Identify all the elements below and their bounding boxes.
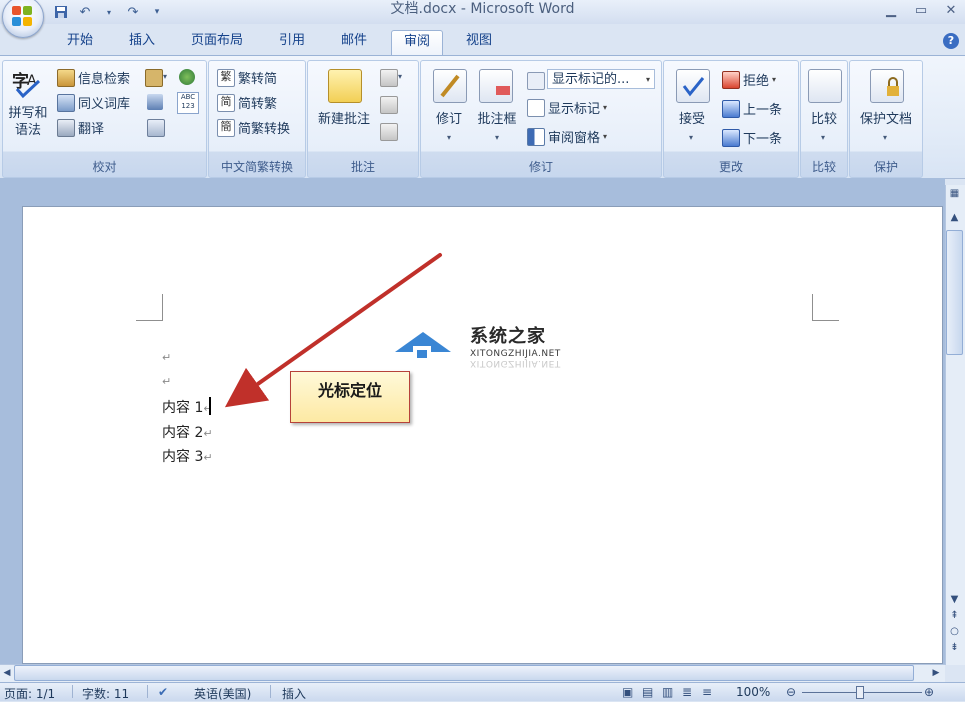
callout-box: 光标定位 bbox=[290, 371, 410, 423]
annotation-arrow bbox=[224, 253, 442, 408]
next-page-icon[interactable]: ⇟ bbox=[946, 640, 963, 656]
status-page[interactable]: 页面: 1/1 bbox=[4, 685, 55, 702]
view-full-screen-icon[interactable]: ▤ bbox=[642, 685, 653, 699]
status-word-count[interactable]: 字数: 11 bbox=[82, 685, 129, 702]
zoom-out-icon[interactable]: ⊖ bbox=[786, 685, 796, 699]
view-outline-icon[interactable]: ≣ bbox=[682, 685, 692, 699]
status-separator bbox=[270, 685, 271, 698]
proofing-status-icon[interactable]: ✔ bbox=[158, 685, 168, 699]
zoom-slider-thumb[interactable] bbox=[856, 686, 864, 699]
zoom-in-icon[interactable]: ⊕ bbox=[924, 685, 934, 699]
scroll-down-icon[interactable]: ▼ bbox=[946, 592, 963, 608]
view-draft-icon[interactable]: ≡ bbox=[702, 685, 712, 699]
status-insert-mode[interactable]: 插入 bbox=[282, 685, 306, 702]
status-bar: 页面: 1/1 字数: 11 ✔ 英语(美国) 插入 ▣ ▤ ▥ ≣ ≡ 100… bbox=[0, 682, 965, 701]
zoom-level[interactable]: 100% bbox=[736, 685, 770, 699]
view-web-layout-icon[interactable]: ▥ bbox=[662, 685, 673, 699]
view-print-layout-icon[interactable]: ▣ bbox=[622, 685, 633, 699]
status-separator bbox=[72, 685, 73, 698]
status-separator bbox=[147, 685, 148, 698]
vertical-scroll-thumb[interactable] bbox=[946, 230, 963, 355]
office-logo-icon bbox=[12, 6, 34, 28]
scroll-up-icon[interactable]: ▲ bbox=[946, 210, 963, 226]
previous-page-icon[interactable]: ⇞ bbox=[946, 608, 963, 624]
horizontal-scroll-thumb[interactable] bbox=[14, 665, 914, 681]
scroll-right-icon[interactable]: ▶ bbox=[929, 665, 943, 681]
status-language[interactable]: 英语(美国) bbox=[194, 685, 251, 702]
scroll-left-icon[interactable]: ◀ bbox=[0, 665, 14, 681]
select-browse-object-icon[interactable]: ○ bbox=[946, 624, 963, 640]
ruler-toggle-icon[interactable]: ▦ bbox=[946, 186, 963, 202]
